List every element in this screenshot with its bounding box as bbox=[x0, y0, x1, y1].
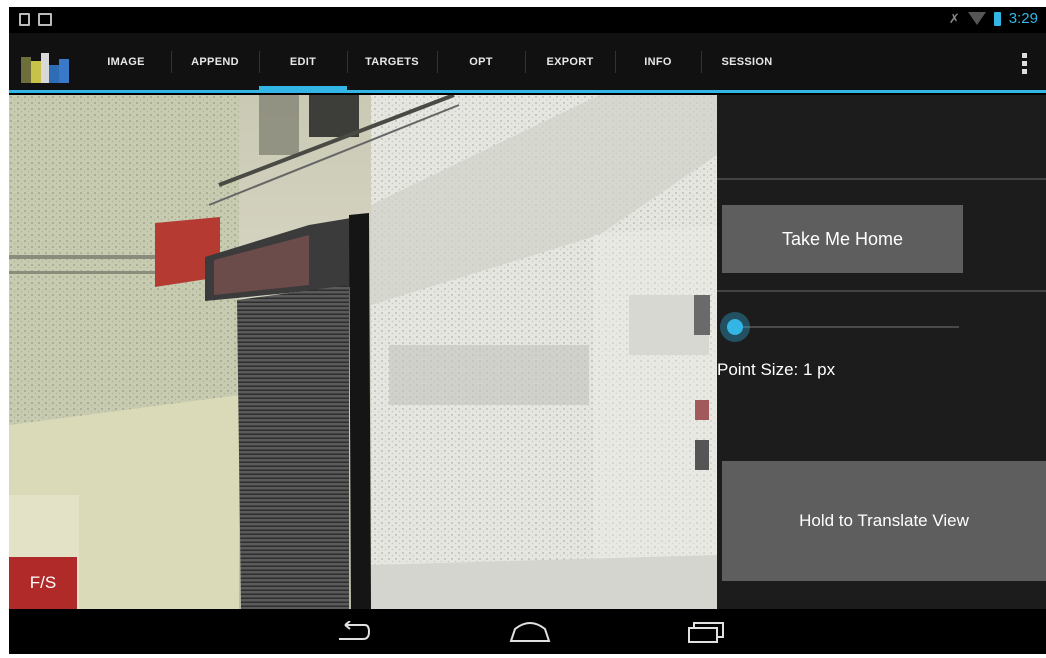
fullscreen-button[interactable]: F/S bbox=[9, 557, 77, 609]
tab-targets[interactable]: TARGETS bbox=[347, 33, 437, 90]
tab-edit[interactable]: EDIT bbox=[259, 33, 347, 90]
point-size-label: Point Size: 1 px bbox=[717, 360, 836, 379]
tablet-screen: ✗ 3:29 IMAGE APPEND EDIT TARGETS OPT EXP… bbox=[9, 7, 1046, 654]
home-icon[interactable] bbox=[509, 621, 551, 643]
point-cloud-scene bbox=[9, 95, 717, 609]
tab-session[interactable]: SESSION bbox=[701, 33, 793, 90]
status-time: 3:29 bbox=[1008, 10, 1038, 27]
mute-icon: ✗ bbox=[948, 10, 960, 26]
back-icon[interactable] bbox=[335, 621, 371, 643]
control-panel: Take Me Home Point Size: 1 px Hold to Tr… bbox=[717, 95, 1046, 609]
hold-to-translate-button[interactable]: Hold to Translate View bbox=[722, 461, 1046, 581]
tab-opt[interactable]: OPT bbox=[437, 33, 525, 90]
tab-append[interactable]: APPEND bbox=[171, 33, 259, 90]
action-bar: IMAGE APPEND EDIT TARGETS OPT EXPORT INF… bbox=[9, 33, 1046, 93]
battery-icon bbox=[993, 11, 1001, 26]
panel-divider bbox=[717, 290, 1046, 292]
navigation-bar bbox=[9, 609, 1046, 654]
point-size-slider-thumb[interactable] bbox=[720, 312, 750, 342]
recents-icon[interactable] bbox=[687, 621, 727, 643]
phone-icon bbox=[19, 13, 30, 26]
app-logo bbox=[21, 53, 75, 83]
tab-image[interactable]: IMAGE bbox=[81, 33, 171, 90]
tab-info[interactable]: INFO bbox=[615, 33, 701, 90]
overflow-menu-icon[interactable] bbox=[1022, 53, 1028, 74]
point-size-slider-track[interactable] bbox=[737, 326, 959, 328]
status-bar: ✗ 3:29 bbox=[9, 7, 1046, 33]
wifi-icon bbox=[967, 12, 986, 25]
point-cloud-viewport[interactable]: F/S bbox=[9, 95, 717, 609]
panel-divider bbox=[717, 178, 1046, 180]
image-icon bbox=[38, 13, 52, 26]
tab-export[interactable]: EXPORT bbox=[525, 33, 615, 90]
take-me-home-button[interactable]: Take Me Home bbox=[722, 205, 963, 273]
